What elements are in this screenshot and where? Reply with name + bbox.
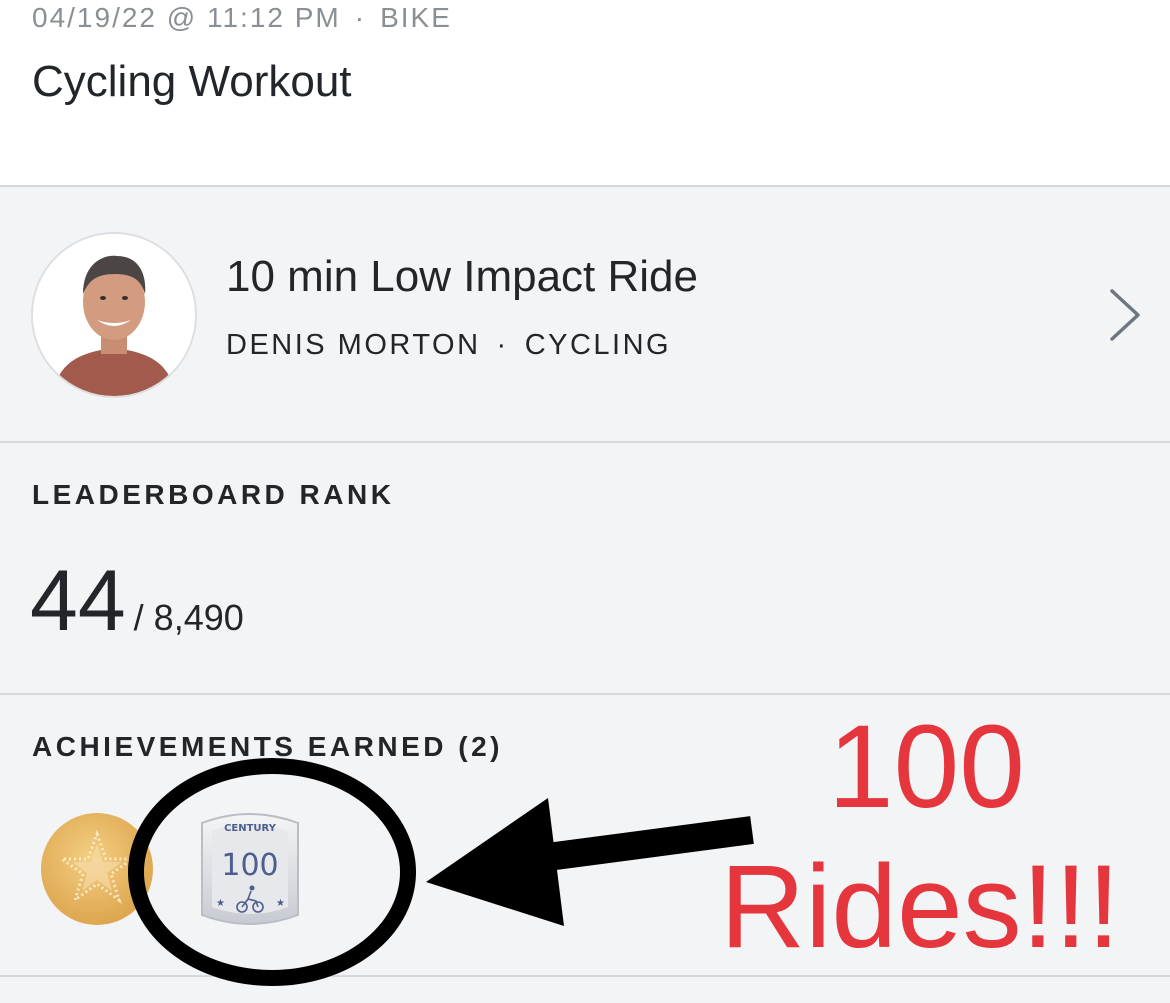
achievements-label: ACHIEVEMENTS EARNED (2) (32, 731, 503, 762)
workout-date-time: 04/19/22 @ 11:12 PM (32, 2, 341, 33)
instructor-photo-icon (33, 234, 195, 396)
class-discipline: CYCLING (524, 329, 672, 361)
badge-century-number: 100 (221, 848, 278, 883)
gold-star-badge-icon[interactable] (40, 812, 154, 926)
annotation-text-rides: Rides!!! (720, 841, 1121, 973)
svg-text:★: ★ (216, 898, 225, 909)
instructor-name: DENIS MORTON (226, 329, 481, 361)
workout-meta: 04/19/22 @ 11:12 PM · BIKE (32, 0, 452, 36)
leaderboard-section: LEADERBOARD RANK 44/ 8,490 (0, 443, 1170, 695)
leaderboard-label: LEADERBOARD RANK (32, 479, 395, 510)
class-row[interactable]: 10 min Low Impact Ride DENIS MORTON · CYCL… (0, 187, 1170, 443)
class-subtitle: DENIS MORTON · CYCLING (226, 327, 671, 363)
class-title: 10 min Low Impact Ride (226, 252, 698, 301)
workout-header: 04/19/22 @ 11:12 PM · BIKE Cycling Workout (0, 0, 1170, 187)
leaderboard-rank: 44/ 8,490 (30, 551, 244, 651)
instructor-avatar (31, 232, 197, 398)
rank-total: / 8,490 (133, 597, 244, 638)
chevron-right-icon[interactable] (1104, 285, 1144, 345)
workout-device: BIKE (380, 2, 452, 33)
page-title: Cycling Workout (32, 57, 352, 106)
svg-text:★: ★ (276, 898, 285, 909)
annotation-text-100: 100 (828, 701, 1025, 833)
century-badge-icon[interactable]: CENTURY 100 ★ ★ (198, 807, 302, 931)
rank-value: 44 (30, 553, 126, 649)
badge-century-title: CENTURY (224, 823, 277, 834)
meta-separator: · (354, 2, 367, 33)
class-separator: · (496, 329, 509, 361)
